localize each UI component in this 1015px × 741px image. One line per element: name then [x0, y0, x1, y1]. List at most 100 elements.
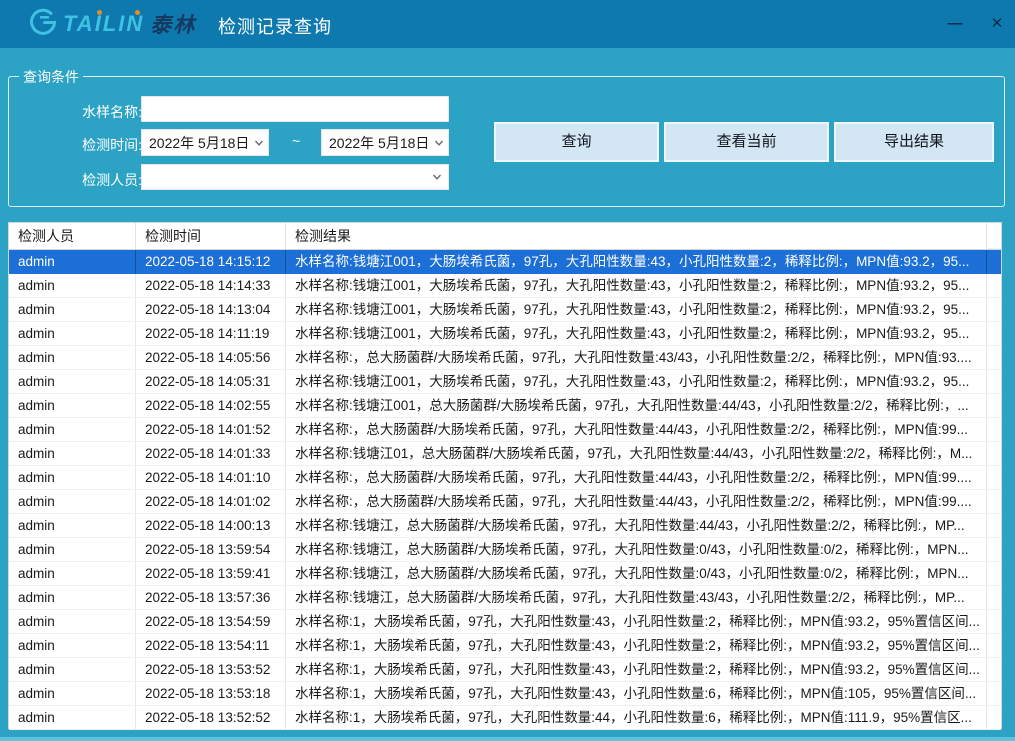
table-row[interactable]: admin 2022-05-18 14:01:33 水样名称:钱塘江01，总大肠…	[9, 442, 1001, 466]
cell-person: admin	[9, 658, 136, 682]
cell-spacer	[987, 274, 1001, 298]
table-header: 检测人员 检测时间 检测结果	[9, 223, 1001, 250]
date-from-picker[interactable]: 2022年 5月18日	[141, 129, 269, 156]
cell-time: 2022-05-18 13:59:54	[136, 538, 286, 562]
cell-person: admin	[9, 586, 136, 610]
cell-spacer	[987, 346, 1001, 370]
cell-spacer	[987, 562, 1001, 586]
table-row[interactable]: admin 2022-05-18 14:15:12 水样名称:钱塘江001，大肠…	[9, 250, 1001, 274]
chevron-down-icon[interactable]	[432, 172, 442, 182]
query-button[interactable]: 查询	[494, 122, 659, 162]
column-header-spacer	[987, 223, 1001, 249]
cell-time: 2022-05-18 14:00:13	[136, 514, 286, 538]
table-row[interactable]: admin 2022-05-18 14:01:10 水样名称:，总大肠菌群/大肠…	[9, 466, 1001, 490]
cell-spacer	[987, 706, 1001, 730]
table-row[interactable]: admin 2022-05-18 13:52:52 水样名称:1，大肠埃希氏菌，…	[9, 706, 1001, 730]
table-row[interactable]: admin 2022-05-18 13:53:18 水样名称:1，大肠埃希氏菌，…	[9, 682, 1001, 706]
cell-spacer	[987, 394, 1001, 418]
date-range-separator: ~	[292, 133, 300, 149]
table-row[interactable]: admin 2022-05-18 13:57:36 水样名称:钱塘江，总大肠菌群…	[9, 586, 1001, 610]
table-row[interactable]: admin 2022-05-18 14:00:13 水样名称:钱塘江，总大肠菌群…	[9, 514, 1001, 538]
sample-name-label: 水样名称:	[9, 102, 142, 122]
cell-spacer	[987, 490, 1001, 514]
results-table: 检测人员 检测时间 检测结果 admin 2022-05-18 14:15:12…	[8, 222, 1002, 729]
cell-spacer	[987, 322, 1001, 346]
table-row[interactable]: admin 2022-05-18 14:05:31 水样名称:钱塘江001，大肠…	[9, 370, 1001, 394]
groupbox-title: 查询条件	[19, 67, 83, 87]
table-row[interactable]: admin 2022-05-18 14:02:55 水样名称:钱塘江001，总大…	[9, 394, 1001, 418]
app-logo: TAILIN 泰林	[28, 9, 196, 39]
date-to-value: 2022年 5月18日	[329, 133, 434, 153]
table-row[interactable]: admin 2022-05-18 13:54:11 水样名称:1，大肠埃希氏菌，…	[9, 634, 1001, 658]
chevron-down-icon[interactable]	[434, 138, 444, 148]
table-row[interactable]: admin 2022-05-18 13:54:59 水样名称:1，大肠埃希氏菌，…	[9, 610, 1001, 634]
view-current-button[interactable]: 查看当前	[664, 122, 829, 162]
cell-result: 水样名称:钱塘江001，大肠埃希氏菌，97孔，大孔阳性数量:43，小孔阳性数量:…	[286, 274, 987, 298]
column-header-result[interactable]: 检测结果	[286, 223, 987, 249]
query-condition-groupbox: 查询条件 水样名称: 检测时间: 2022年 5月18日 ~ 2022年 5月1…	[8, 76, 1005, 207]
cell-time: 2022-05-18 14:05:56	[136, 346, 286, 370]
cell-person: admin	[9, 274, 136, 298]
close-button[interactable]: ✕	[983, 12, 1011, 36]
cell-result: 水样名称:，总大肠菌群/大肠埃希氏菌，97孔，大孔阳性数量:44/43，小孔阳性…	[286, 490, 987, 514]
table-body: admin 2022-05-18 14:15:12 水样名称:钱塘江001，大肠…	[9, 250, 1001, 730]
cell-time: 2022-05-18 13:52:52	[136, 706, 286, 730]
date-from-value: 2022年 5月18日	[149, 133, 254, 153]
cell-time: 2022-05-18 13:59:41	[136, 562, 286, 586]
sample-name-input[interactable]	[141, 96, 449, 122]
table-row[interactable]: admin 2022-05-18 14:05:56 水样名称:，总大肠菌群/大肠…	[9, 346, 1001, 370]
cell-result: 水样名称:钱塘江001，大肠埃希氏菌，97孔，大孔阳性数量:43，小孔阳性数量:…	[286, 298, 987, 322]
cell-time: 2022-05-18 13:54:59	[136, 610, 286, 634]
cell-time: 2022-05-18 14:01:52	[136, 418, 286, 442]
cell-spacer	[987, 658, 1001, 682]
detect-person-combobox[interactable]	[141, 164, 449, 190]
table-row[interactable]: admin 2022-05-18 14:01:02 水样名称:，总大肠菌群/大肠…	[9, 490, 1001, 514]
titlebar: TAILIN 泰林 检测记录查询 — ✕	[0, 0, 1015, 48]
cell-person: admin	[9, 298, 136, 322]
table-row[interactable]: admin 2022-05-18 14:11:19 水样名称:钱塘江001，大肠…	[9, 322, 1001, 346]
table-row[interactable]: admin 2022-05-18 14:14:33 水样名称:钱塘江001，大肠…	[9, 274, 1001, 298]
column-header-person[interactable]: 检测人员	[9, 223, 136, 249]
cell-result: 水样名称:钱塘江，总大肠菌群/大肠埃希氏菌，97孔，大孔阳性数量:0/43，小孔…	[286, 538, 987, 562]
table-row[interactable]: admin 2022-05-18 13:53:52 水样名称:1，大肠埃希氏菌，…	[9, 658, 1001, 682]
cell-spacer	[987, 442, 1001, 466]
cell-time: 2022-05-18 14:02:55	[136, 394, 286, 418]
cell-spacer	[987, 250, 1001, 274]
export-results-button[interactable]: 导出结果	[834, 122, 994, 162]
table-row[interactable]: admin 2022-05-18 13:59:54 水样名称:钱塘江，总大肠菌群…	[9, 538, 1001, 562]
table-row[interactable]: admin 2022-05-18 14:13:04 水样名称:钱塘江001，大肠…	[9, 298, 1001, 322]
cell-person: admin	[9, 706, 136, 730]
cell-person: admin	[9, 514, 136, 538]
cell-time: 2022-05-18 13:53:52	[136, 658, 286, 682]
cell-spacer	[987, 370, 1001, 394]
cell-time: 2022-05-18 14:11:19	[136, 322, 286, 346]
cell-person: admin	[9, 466, 136, 490]
cell-time: 2022-05-18 14:01:10	[136, 466, 286, 490]
date-to-picker[interactable]: 2022年 5月18日	[321, 129, 449, 156]
cell-spacer	[987, 418, 1001, 442]
chevron-down-icon[interactable]	[254, 138, 264, 148]
cell-person: admin	[9, 322, 136, 346]
cell-result: 水样名称:1，大肠埃希氏菌，97孔，大孔阳性数量:44，小孔阳性数量:6，稀释比…	[286, 706, 987, 730]
cell-result: 水样名称:1，大肠埃希氏菌，97孔，大孔阳性数量:43，小孔阳性数量:2，稀释比…	[286, 658, 987, 682]
cell-time: 2022-05-18 14:13:04	[136, 298, 286, 322]
cell-person: admin	[9, 418, 136, 442]
cell-time: 2022-05-18 13:54:11	[136, 634, 286, 658]
cell-result: 水样名称:钱塘江001，大肠埃希氏菌，97孔，大孔阳性数量:43，小孔阳性数量:…	[286, 322, 987, 346]
cell-result: 水样名称:钱塘江，总大肠菌群/大肠埃希氏菌，97孔，大孔阳性数量:44/43，小…	[286, 514, 987, 538]
column-header-time[interactable]: 检测时间	[136, 223, 286, 249]
logo-brand-chinese: 泰林	[150, 9, 196, 39]
logo-brand-text: TAILIN	[63, 11, 144, 37]
cell-result: 水样名称:，总大肠菌群/大肠埃希氏菌，97孔，大孔阳性数量:44/43，小孔阳性…	[286, 418, 987, 442]
cell-spacer	[987, 466, 1001, 490]
table-row[interactable]: admin 2022-05-18 13:59:41 水样名称:钱塘江，总大肠菌群…	[9, 562, 1001, 586]
cell-time: 2022-05-18 14:01:02	[136, 490, 286, 514]
cell-spacer	[987, 634, 1001, 658]
cell-person: admin	[9, 250, 136, 274]
table-row[interactable]: admin 2022-05-18 14:01:52 水样名称:，总大肠菌群/大肠…	[9, 418, 1001, 442]
cell-result: 水样名称:钱塘江001，总大肠菌群/大肠埃希氏菌，97孔，大孔阳性数量:44/4…	[286, 394, 987, 418]
window-bottom-edge	[0, 737, 1015, 741]
cell-spacer	[987, 298, 1001, 322]
minimize-button[interactable]: —	[941, 12, 969, 36]
detect-time-label: 检测时间:	[9, 135, 142, 155]
